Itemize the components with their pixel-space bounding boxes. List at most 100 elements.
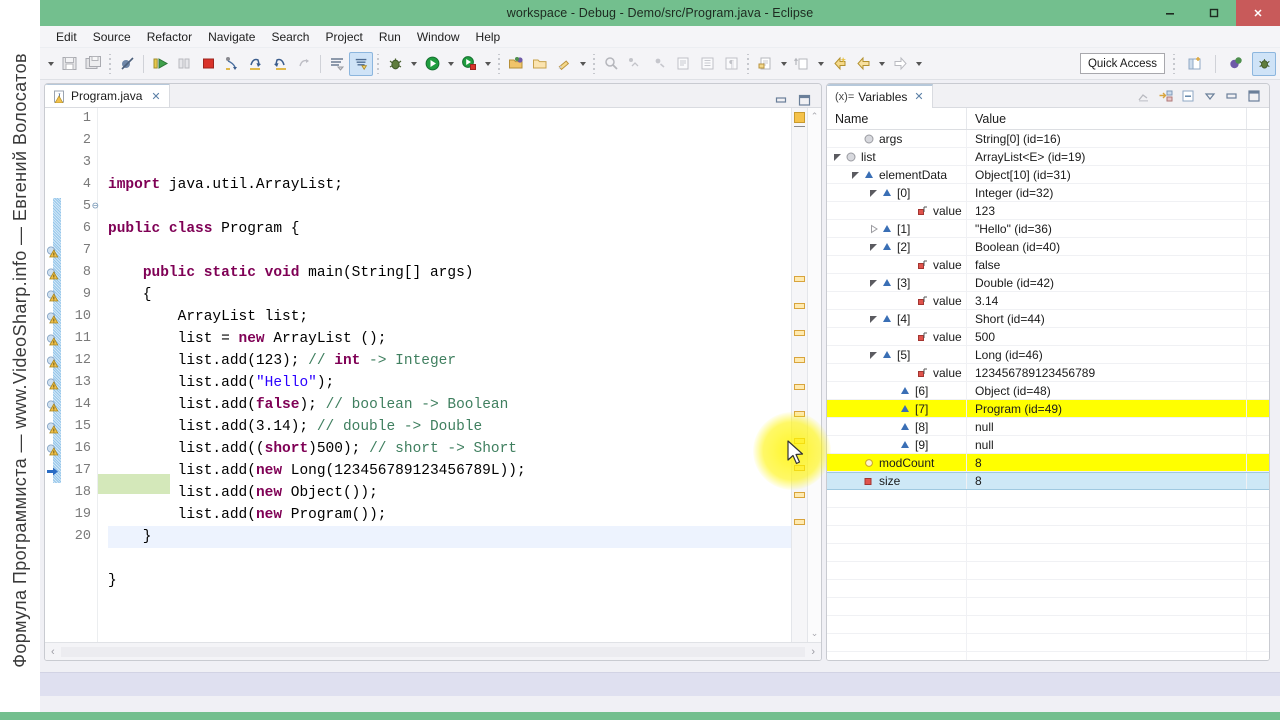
next-annotation-dropdown-button[interactable] [814, 52, 827, 76]
code-line[interactable]: { [108, 284, 791, 306]
variable-name-cell[interactable]: value [827, 292, 967, 309]
minimize-view-icon[interactable] [1225, 89, 1239, 103]
hscroll-left-arrow[interactable]: ‹ [51, 646, 55, 658]
step-into-button[interactable] [220, 52, 244, 76]
editor-marker-gutter[interactable] [45, 108, 62, 642]
variable-row[interactable]: value 123 [827, 202, 1269, 220]
toolbar-dropdown-caret-button[interactable] [44, 52, 57, 76]
open-task-dropdown-button[interactable] [777, 52, 790, 76]
variable-row[interactable]: value 500 [827, 328, 1269, 346]
variable-row[interactable]: [7] Program (id=49) [827, 400, 1269, 418]
variable-row[interactable]: [1] "Hello" (id=36) [827, 220, 1269, 238]
perspective-toggle-button[interactable] [349, 51, 373, 76]
variable-row[interactable]: value false [827, 256, 1269, 274]
variable-row[interactable]: [5] Long (id=46) [827, 346, 1269, 364]
tab-close-icon[interactable]: ✕ [151, 90, 160, 103]
code-line[interactable]: import java.util.ArrayList; [108, 174, 791, 196]
variable-value-cell[interactable]: 8 [967, 473, 1247, 489]
java-perspective-button[interactable] [1224, 52, 1248, 76]
debug-perspective-button[interactable] [1252, 51, 1276, 76]
code-line[interactable]: list.add(123); // int -> Integer [108, 350, 791, 372]
variable-value-cell[interactable]: Double (id=42) [967, 274, 1247, 291]
column-header-name[interactable]: Name [827, 108, 967, 129]
drop-to-frame-button[interactable] [292, 52, 316, 76]
new-class-dropdown-button[interactable] [576, 52, 589, 76]
toolbar-drag-handle-3[interactable] [496, 53, 502, 74]
variable-row[interactable]: [3] Double (id=42) [827, 274, 1269, 292]
hscroll-track[interactable] [60, 646, 806, 657]
forward-dropdown-button[interactable] [912, 52, 925, 76]
code-line[interactable]: list.add(3.14); // double -> Double [108, 416, 791, 438]
variable-value-cell[interactable]: 3.14 [967, 292, 1247, 309]
terminate-button[interactable] [196, 52, 220, 76]
code-line[interactable] [108, 240, 791, 262]
editor-vertical-scrollbar[interactable]: ⌃ ⌄ [807, 108, 821, 642]
close-button[interactable] [1236, 0, 1280, 26]
variable-name-cell[interactable]: [7] [827, 400, 967, 417]
variable-value-cell[interactable]: Object[10] (id=31) [967, 166, 1247, 183]
open-task-button[interactable] [753, 52, 777, 76]
save-all-button[interactable] [81, 52, 105, 76]
twisty-expanded-icon[interactable] [869, 242, 879, 252]
variable-name-cell[interactable]: elementData [827, 166, 967, 183]
run-dropdown-button[interactable] [444, 52, 457, 76]
toolbar-drag-handle-2[interactable] [375, 53, 381, 74]
column-header-value[interactable]: Value [967, 108, 1247, 129]
code-line[interactable]: ArrayList list; [108, 306, 791, 328]
maximize-button[interactable] [1192, 0, 1236, 26]
variable-value-cell[interactable]: false [967, 256, 1247, 273]
toolbar-drag-handle-1[interactable] [107, 53, 113, 74]
external-tools-dropdown-button[interactable] [481, 52, 494, 76]
variable-name-cell[interactable]: [3] [827, 274, 967, 291]
tab-variables[interactable]: (x)= Variables ✕ [827, 84, 933, 108]
variable-value-cell[interactable]: ArrayList<E> (id=19) [967, 148, 1247, 165]
maximize-view-icon[interactable] [1247, 89, 1261, 103]
overview-warning-mark[interactable] [794, 411, 805, 417]
variable-row[interactable]: modCount 8 [827, 454, 1269, 472]
toolbar-drag-handle-5[interactable] [745, 53, 751, 74]
variable-value-cell[interactable]: Object (id=48) [967, 382, 1247, 399]
variable-row[interactable]: [4] Short (id=44) [827, 310, 1269, 328]
next-annotation-button[interactable] [790, 52, 814, 76]
step-over-button[interactable] [244, 52, 268, 76]
code-line[interactable]: list = new ArrayList (); [108, 328, 791, 350]
variable-row[interactable]: [8] null [827, 418, 1269, 436]
tab-program-java[interactable]: J Program.java ✕ [45, 84, 170, 107]
variable-name-cell[interactable]: value [827, 202, 967, 219]
variable-row[interactable]: value 3.14 [827, 292, 1269, 310]
code-line[interactable] [108, 196, 791, 218]
editor-overview-ruler[interactable] [791, 108, 807, 642]
show-whitespace-button[interactable]: ¶ [719, 52, 743, 76]
debug-button[interactable] [383, 52, 407, 76]
variable-value-cell[interactable]: 8 [967, 454, 1247, 471]
maximize-view-icon[interactable] [798, 94, 811, 107]
variable-value-cell[interactable]: String[0] (id=16) [967, 130, 1247, 147]
menu-item-refactor[interactable]: Refactor [139, 28, 200, 46]
code-line[interactable] [108, 548, 791, 570]
print-button[interactable] [623, 52, 647, 76]
menu-item-navigate[interactable]: Navigate [200, 28, 263, 46]
overview-warning-mark[interactable] [794, 330, 805, 336]
code-line[interactable]: list.add("Hello"); [108, 372, 791, 394]
warning-marker-icon[interactable] [46, 355, 60, 369]
skip-all-breakpoints-button[interactable] [115, 52, 139, 76]
warning-marker-icon[interactable] [46, 245, 60, 259]
menu-item-window[interactable]: Window [409, 28, 468, 46]
collapse-expand-icon[interactable] [1137, 89, 1151, 103]
variable-row[interactable]: value 123456789123456789 [827, 364, 1269, 382]
variable-name-cell[interactable]: [4] [827, 310, 967, 327]
overview-warning-mark[interactable] [794, 492, 805, 498]
warning-marker-icon[interactable] [46, 443, 60, 457]
variable-name-cell[interactable]: [9] [827, 436, 967, 453]
back-dropdown-button[interactable] [875, 52, 888, 76]
use-step-filters-button[interactable] [325, 52, 349, 76]
variables-tree[interactable]: args String[0] (id=16) list ArrayList<E> (i… [827, 130, 1269, 660]
variable-name-cell[interactable]: value [827, 328, 967, 345]
scroll-down-arrow[interactable]: ⌄ [811, 628, 819, 639]
twisty-expanded-icon[interactable] [869, 188, 879, 198]
variable-value-cell[interactable]: null [967, 418, 1247, 435]
variable-row[interactable]: [9] null [827, 436, 1269, 454]
menu-item-source[interactable]: Source [85, 28, 139, 46]
variable-name-cell[interactable]: [6] [827, 382, 967, 399]
variable-row[interactable]: elementData Object[10] (id=31) [827, 166, 1269, 184]
